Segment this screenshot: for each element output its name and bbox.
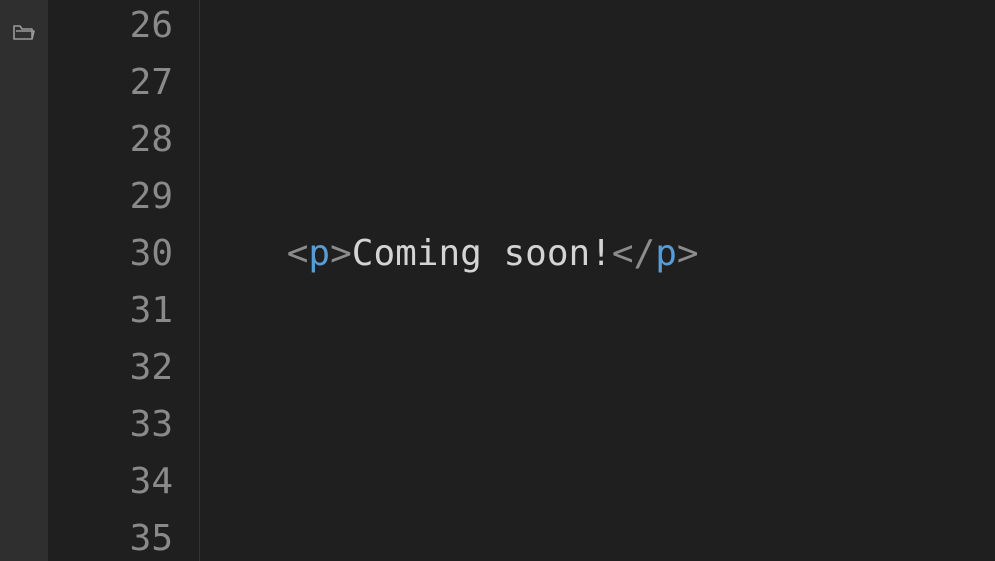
line-number: 30 xyxy=(129,233,173,274)
close-angle-bracket: </ xyxy=(611,233,656,274)
paragraph-text: Coming soon! xyxy=(351,233,612,274)
line-number: 35 xyxy=(129,518,173,559)
line-number: 32 xyxy=(129,347,173,388)
folder-icon xyxy=(12,22,36,47)
indent-extra xyxy=(243,233,286,274)
code-area[interactable]: <p>Coming soon!</p> xyxy=(200,0,995,561)
line-number: 34 xyxy=(129,461,173,502)
line-number-gutter: 26 27 28 29 30 31 32 33 34 35 xyxy=(48,0,200,561)
code-editor[interactable]: 26 27 28 29 30 31 32 33 34 35 <p>Coming … xyxy=(48,0,995,561)
activity-bar xyxy=(0,0,48,561)
close-close-bracket: > xyxy=(676,233,699,274)
open-angle-bracket: < xyxy=(286,233,309,274)
code-line-30[interactable]: <p>Coming soon!</p> xyxy=(200,225,699,282)
line-number: 27 xyxy=(129,62,173,103)
line-number: 29 xyxy=(129,176,173,217)
explorer-button[interactable] xyxy=(10,22,38,46)
editor-window: 26 27 28 29 30 31 32 33 34 35 <p>Coming … xyxy=(0,0,995,561)
line-number: 31 xyxy=(129,290,173,331)
open-tag-name: p xyxy=(308,233,331,274)
line-number: 33 xyxy=(129,404,173,445)
close-tag-name: p xyxy=(655,233,677,274)
open-close-bracket: > xyxy=(330,233,352,274)
line-number: 28 xyxy=(129,119,173,160)
line-number: 26 xyxy=(129,5,173,46)
